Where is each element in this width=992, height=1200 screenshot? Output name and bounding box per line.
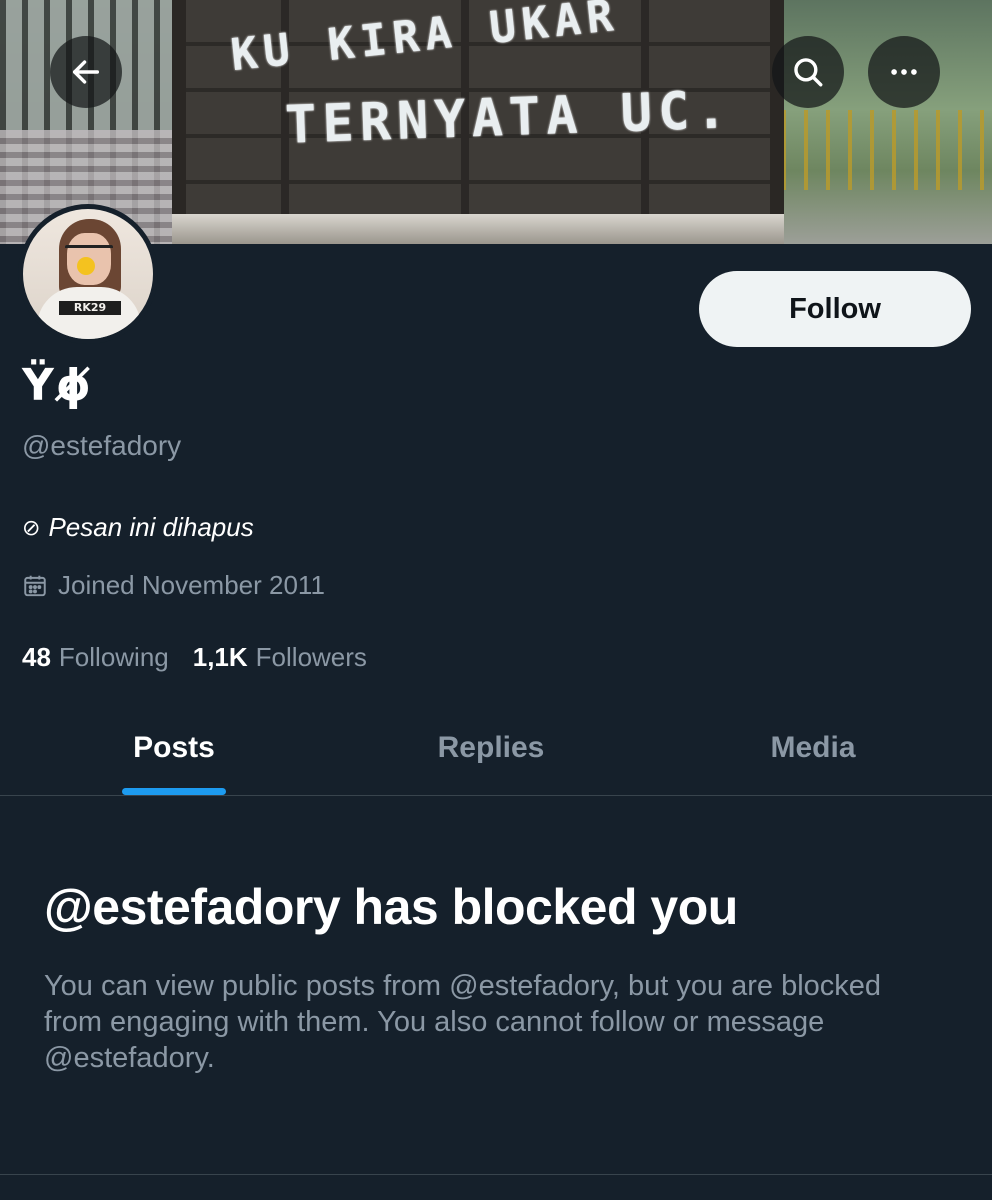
avatar-shirt — [37, 287, 141, 339]
profile-tabs: Posts Replies Media — [0, 700, 992, 796]
back-button[interactable] — [50, 36, 122, 108]
arrow-left-icon — [72, 60, 100, 84]
calendar-icon — [24, 575, 46, 596]
divider — [0, 1174, 992, 1175]
tab-replies[interactable]: Replies — [348, 700, 634, 795]
following-count: 48 — [22, 642, 51, 672]
profile-banner[interactable]: KU KIRA UKAR TERNYATA UC. — [0, 0, 992, 244]
bio-text: Pesan ini dihapus — [48, 512, 254, 542]
joined-text: Joined November 2011 — [58, 570, 325, 600]
profile-bio: ⊘ Pesan ini dihapus — [22, 512, 254, 543]
banner-truck-bumper — [172, 214, 784, 244]
search-button[interactable] — [772, 36, 844, 108]
display-name: Ÿϕ̸ — [22, 360, 93, 411]
follow-stats: 48 Following 1,1K Followers — [22, 642, 367, 673]
joined-date: Joined November 2011 — [22, 570, 325, 601]
search-icon — [794, 58, 823, 87]
active-tab-indicator — [122, 788, 226, 795]
follow-button[interactable]: Follow — [699, 271, 971, 347]
more-options-button[interactable] — [868, 36, 940, 108]
following-label: Following — [58, 642, 169, 672]
following-link[interactable]: 48 Following — [22, 642, 169, 673]
followers-count: 1,1K — [192, 642, 248, 672]
avatar-emoji-sticker — [77, 257, 95, 275]
tab-posts[interactable]: Posts — [0, 700, 348, 795]
avatar-glasses — [65, 245, 113, 255]
avatar-shirt-print: RK29 — [59, 301, 121, 315]
tab-media[interactable]: Media — [634, 700, 992, 795]
more-horizontal-icon — [891, 69, 917, 75]
avatar[interactable]: RK29 — [18, 204, 158, 344]
followers-link[interactable]: 1,1K Followers — [193, 642, 367, 673]
prohibited-icon: ⊘ — [22, 514, 41, 540]
blocked-description: You can view public posts from @estefado… — [44, 970, 882, 1074]
profile-handle: @estefadory — [22, 430, 182, 461]
followers-label: Followers — [255, 642, 367, 672]
blocked-title: @estefadory has blocked you — [44, 879, 738, 935]
